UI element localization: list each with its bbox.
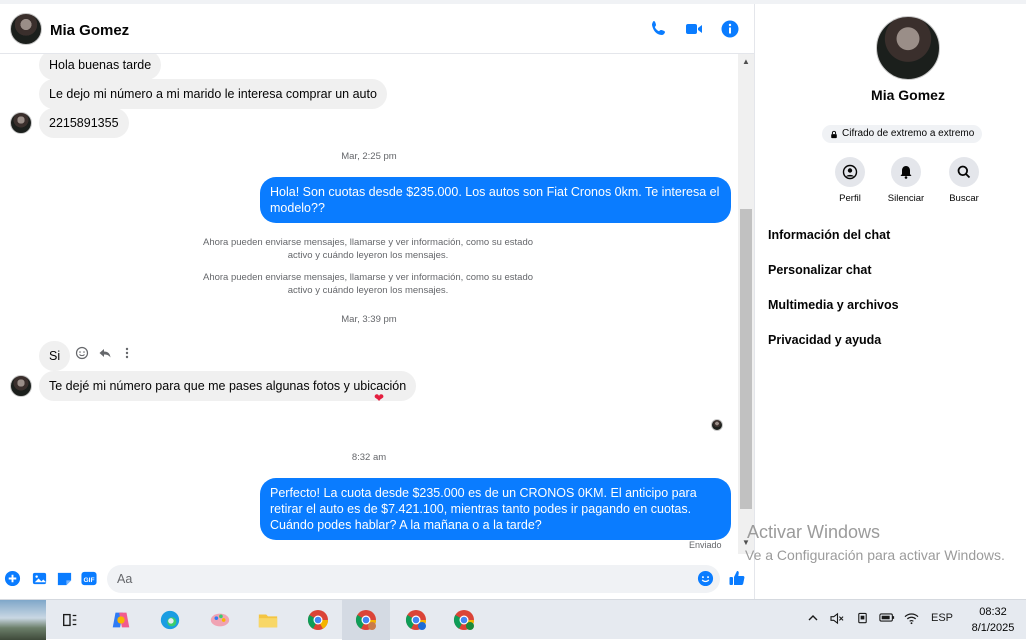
task-view-icon[interactable] <box>56 606 84 634</box>
outgoing-message[interactable]: Perfecto! La cuota desde $235.000 es de … <box>260 478 731 540</box>
chrome-profile-t-icon[interactable] <box>450 606 478 634</box>
bell-icon <box>891 157 921 187</box>
chrome-icon[interactable] <box>304 606 332 634</box>
chat-header: Mia Gomez <box>0 4 755 54</box>
message-avatar[interactable] <box>10 112 32 134</box>
menu-media-files[interactable]: Multimedia y archivos <box>768 298 899 312</box>
battery-icon[interactable] <box>879 612 895 626</box>
chrome-profile-icon[interactable] <box>352 606 380 634</box>
more-options-icon[interactable] <box>122 346 132 360</box>
search-label: Buscar <box>949 193 979 204</box>
file-explorer-icon[interactable] <box>254 606 282 634</box>
search-icon <box>949 157 979 187</box>
sent-status: Enviado <box>689 540 722 550</box>
outgoing-message[interactable]: Hola! Son cuotas desde $235.000. Los aut… <box>260 177 731 223</box>
incoming-message[interactable]: Te dejé mi número para que me pases algu… <box>39 371 417 401</box>
edge-icon[interactable] <box>156 606 184 634</box>
composer: GIF Aa <box>0 559 755 599</box>
message-input[interactable]: Aa <box>107 565 720 593</box>
scrollbar[interactable]: ▲ ▼ <box>738 54 754 554</box>
sticker-icon[interactable] <box>55 569 73 587</box>
seen-avatar <box>711 419 723 431</box>
contact-name[interactable]: Mia Gomez <box>50 22 129 39</box>
copilot-icon[interactable] <box>107 606 135 634</box>
e2e-label: Cifrado de extremo a extremo <box>842 128 975 139</box>
chrome-profile-v-icon[interactable] <box>402 606 430 634</box>
incoming-message[interactable]: Hola buenas tarde <box>39 54 162 80</box>
message-input-placeholder: Aa <box>117 572 133 586</box>
search-button[interactable]: Buscar <box>934 157 994 204</box>
system-notice: Ahora pueden enviarse mensajes, llamarse… <box>202 272 534 296</box>
reply-icon[interactable] <box>98 346 112 360</box>
heart-reaction-icon[interactable]: ❤ <box>374 391 384 405</box>
device-icon[interactable] <box>856 612 869 628</box>
menu-customize-chat[interactable]: Personalizar chat <box>768 263 872 277</box>
gif-icon[interactable]: GIF <box>80 569 98 587</box>
mute-button[interactable]: Silenciar <box>876 157 936 204</box>
svg-text:GIF: GIF <box>83 576 94 583</box>
paint-icon[interactable] <box>206 606 234 634</box>
contact-avatar[interactable] <box>10 13 42 45</box>
emoji-icon[interactable] <box>696 569 714 587</box>
like-icon[interactable] <box>728 569 746 587</box>
photo-icon[interactable] <box>30 569 48 587</box>
profile-label: Perfil <box>839 193 861 204</box>
scrollbar-thumb[interactable] <box>740 209 752 509</box>
clock-date: 8/1/2025 <box>971 622 1015 634</box>
activate-windows-subtitle: Ve a Configuración para activar Windows. <box>745 547 1005 563</box>
video-call-icon[interactable] <box>684 19 704 39</box>
e2e-badge[interactable]: Cifrado de extremo a extremo <box>822 125 983 143</box>
timestamp: 8:32 am <box>351 452 387 463</box>
chat-pane: Mia Gomez Hola buenas tarde Le dejo mi n… <box>0 4 755 599</box>
message-avatar[interactable] <box>10 375 32 397</box>
phone-icon[interactable] <box>649 19 669 39</box>
profile-button[interactable]: Perfil <box>820 157 880 204</box>
system-clock[interactable]: 08:32 8/1/2025 <box>968 604 1018 636</box>
lock-icon <box>831 130 837 138</box>
language-indicator[interactable]: ESP <box>931 612 953 624</box>
wifi-icon[interactable] <box>904 612 919 628</box>
system-notice: Ahora pueden enviarse mensajes, llamarse… <box>202 237 534 261</box>
chevron-up-icon[interactable] <box>807 612 819 627</box>
menu-privacy-help[interactable]: Privacidad y ayuda <box>768 333 881 347</box>
profile-avatar[interactable] <box>876 16 940 80</box>
profile-icon <box>835 157 865 187</box>
messenger-app: Mia Gomez Hola buenas tarde Le dejo mi n… <box>0 0 1026 599</box>
chat-info-panel: Mia Gomez Cifrado de extremo a extremo P… <box>756 4 1026 599</box>
taskbar: ESP 08:32 8/1/2025 <box>0 599 1026 640</box>
incoming-message[interactable]: 2215891355 <box>39 108 129 138</box>
profile-name: Mia Gomez <box>871 87 945 103</box>
emoji-react-icon[interactable] <box>75 346 89 360</box>
info-icon[interactable] <box>720 19 740 39</box>
mute-label: Silenciar <box>887 193 925 204</box>
weather-widget[interactable] <box>0 600 46 640</box>
menu-chat-info[interactable]: Información del chat <box>768 228 890 242</box>
message-list[interactable]: Hola buenas tarde Le dejo mi número a mi… <box>0 54 738 554</box>
timestamp: Mar, 3:39 pm <box>341 314 397 325</box>
scroll-up-icon[interactable]: ▲ <box>741 57 751 67</box>
clock-time: 08:32 <box>979 606 1007 618</box>
speaker-muted-icon[interactable] <box>830 612 845 628</box>
incoming-message[interactable]: Si <box>39 341 71 371</box>
timestamp: Mar, 2:25 pm <box>341 151 397 162</box>
plus-icon[interactable] <box>3 569 21 587</box>
incoming-message[interactable]: Le dejo mi número a mi marido le interes… <box>39 79 387 109</box>
activate-windows-title: Activar Windows <box>747 522 881 542</box>
